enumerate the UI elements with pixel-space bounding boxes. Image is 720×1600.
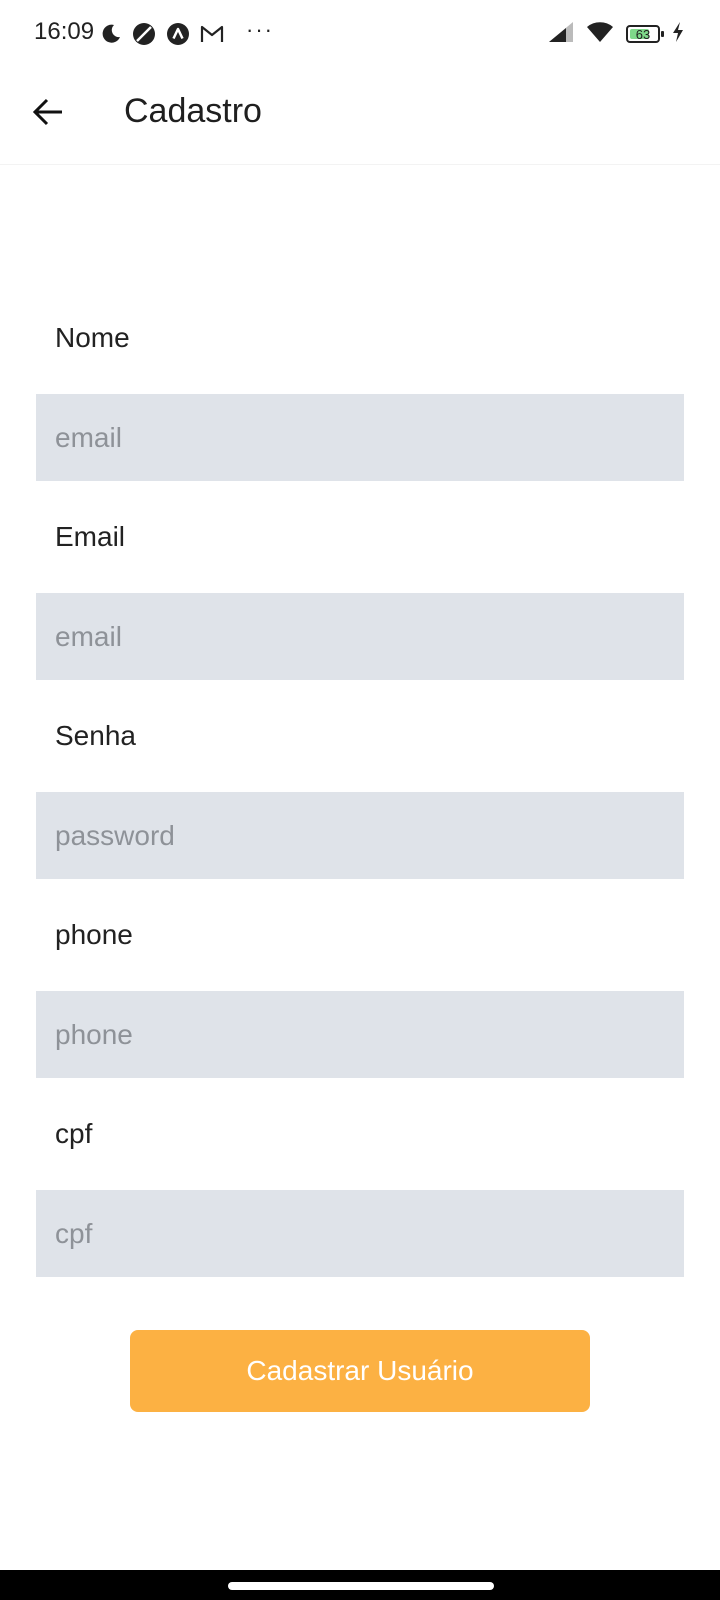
back-button[interactable] [22, 88, 74, 140]
cpf-label: cpf [55, 1118, 93, 1149]
name-label: Nome [55, 322, 130, 353]
charging-bolt-icon [672, 21, 684, 47]
gmail-icon [200, 24, 224, 44]
blocked-circle-icon [132, 22, 156, 46]
cpf-input[interactable] [36, 1190, 684, 1277]
register-user-button[interactable]: Cadastrar Usuário [130, 1330, 590, 1412]
page-title: Cadastro [124, 92, 262, 130]
battery-icon: 63 [626, 25, 664, 43]
status-bar: 16:09 ··· 63 [0, 0, 720, 68]
cellular-signal-icon [548, 21, 574, 48]
name-input[interactable] [36, 394, 684, 481]
signup-form: Nome Email Senha phone cpf [36, 316, 684, 1311]
email-input[interactable] [36, 593, 684, 680]
overflow-dots-icon: ··· [246, 17, 274, 42]
app-bar: Cadastro [0, 68, 720, 165]
battery-level: 63 [635, 26, 651, 42]
navigation-bar [0, 1570, 720, 1600]
notification-icons: ··· [100, 17, 274, 46]
back-arrow-icon [32, 98, 64, 131]
email-label: Email [55, 521, 126, 552]
phone-label: phone [55, 919, 133, 950]
password-label: Senha [55, 720, 136, 751]
triangle-circle-icon [166, 22, 190, 46]
home-indicator[interactable] [228, 1582, 494, 1590]
status-time: 16:09 [34, 18, 95, 45]
password-input[interactable] [36, 792, 684, 879]
moon-icon [100, 23, 122, 45]
system-icons: 63 [548, 20, 684, 48]
phone-input[interactable] [36, 991, 684, 1078]
wifi-icon [586, 21, 614, 48]
